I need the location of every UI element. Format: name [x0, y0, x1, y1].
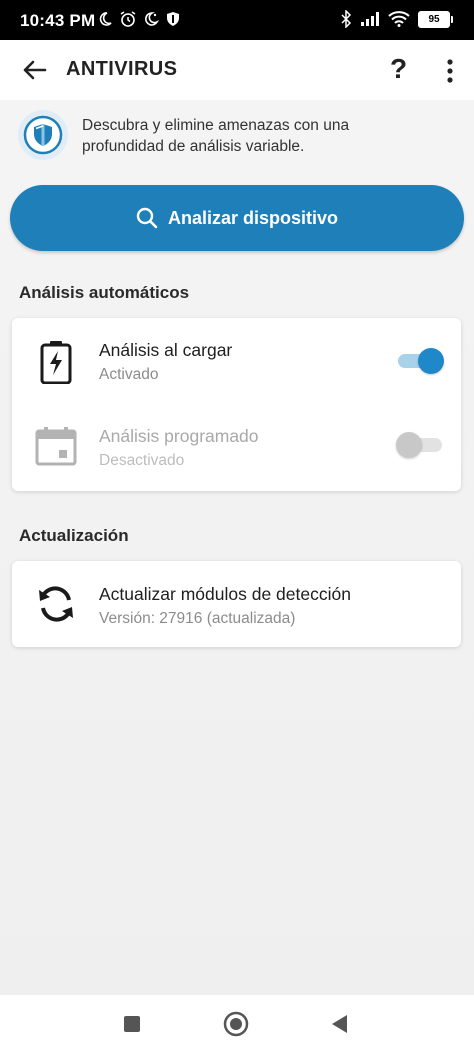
update-heading: Actualización [19, 526, 129, 545]
auto-scans-heading: Análisis automáticos [19, 283, 190, 302]
update-modules-row[interactable]: Actualizar módulos de detección Versión:… [12, 561, 461, 647]
battery-charging-icon [34, 340, 78, 384]
alarm-icon [120, 11, 136, 27]
home-button[interactable] [222, 1010, 250, 1038]
shield-status-icon [167, 12, 179, 26]
status-bar: 10:43 PM 95 [0, 0, 474, 40]
update-modules-version: Versión: 27916 (actualizada) [99, 610, 296, 627]
calendar-icon [34, 424, 78, 468]
scan-on-charge-status: Activado [99, 366, 159, 383]
status-time: 10:43 PM [20, 11, 96, 30]
intro-line-2: profundidad de análisis variable. [82, 138, 305, 155]
system-nav-bar [0, 995, 474, 1053]
scan-on-charge-toggle[interactable] [398, 348, 444, 374]
toggle-thumb [396, 432, 422, 458]
home-circle-icon [223, 1011, 249, 1037]
intro-line-1: Descubra y elimine amenazas con una [82, 117, 350, 134]
toggle-thumb [418, 348, 444, 374]
scheduled-scan-status: Desactivado [99, 452, 185, 469]
square-icon [124, 1016, 140, 1032]
analyze-device-label: Analizar dispositivo [167, 207, 339, 228]
more-options-icon[interactable] [438, 58, 462, 84]
scheduled-scan-toggle[interactable] [396, 432, 442, 458]
moon-icon [99, 12, 112, 26]
scheduled-scan-label: Análisis programado [99, 426, 259, 446]
refresh-icon [34, 582, 78, 626]
back-arrow-icon[interactable] [20, 56, 48, 84]
moon-alt-icon [145, 12, 159, 26]
scheduled-scan-row[interactable]: Análisis programado Desactivado [12, 404, 461, 494]
intro-description: Descubra y elimine amenazas con una prof… [82, 115, 349, 157]
analyze-device-button[interactable]: Analizar dispositivo [10, 185, 464, 251]
bluetooth-icon [341, 10, 352, 28]
scan-on-charge-row[interactable]: Análisis al cargar Activado [12, 318, 461, 408]
triangle-back-icon [332, 1015, 347, 1033]
search-icon [136, 207, 158, 229]
signal-icon [361, 12, 379, 26]
antivirus-shield-icon [18, 110, 68, 160]
app-bar: ANTIVIRUS ? [0, 40, 474, 100]
intro-section: Descubra y elimine amenazas con una prof… [18, 110, 458, 166]
battery-icon: 95 [418, 10, 453, 28]
recent-apps-button[interactable] [118, 1010, 146, 1038]
page-title: ANTIVIRUS [66, 58, 178, 80]
help-button[interactable]: ? [390, 52, 407, 86]
update-modules-label: Actualizar módulos de detección [99, 584, 351, 604]
main-content: ANTIVIRUS ? Descubra y elimine amenazas … [0, 40, 474, 995]
update-card: Actualizar módulos de detección Versión:… [12, 561, 461, 647]
scan-on-charge-label: Análisis al cargar [99, 340, 233, 360]
wifi-icon [388, 11, 410, 27]
back-button[interactable] [326, 1010, 354, 1038]
auto-scans-card: Análisis al cargar Activado Análisis pro… [12, 318, 461, 491]
